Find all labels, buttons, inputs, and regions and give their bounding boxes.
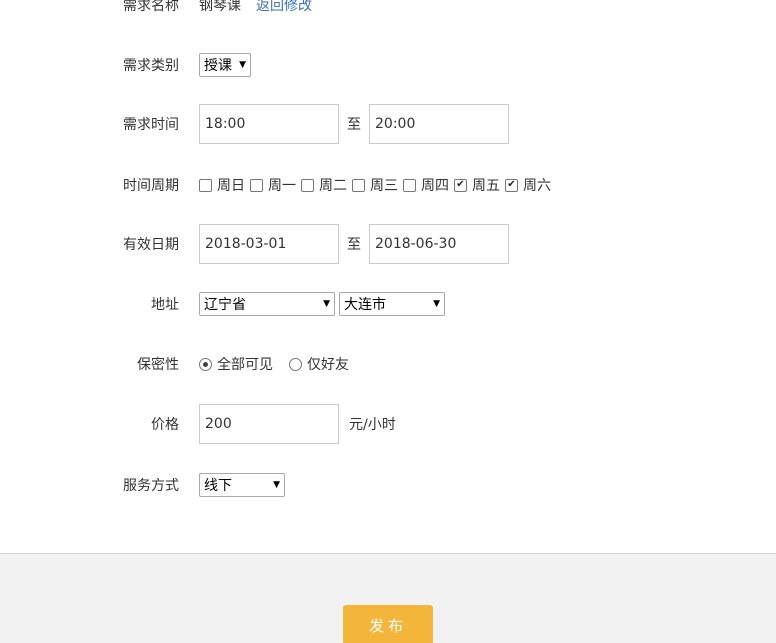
caret-down-icon: ▼ bbox=[273, 480, 280, 490]
service-label: 服务方式 bbox=[123, 478, 179, 494]
price-input[interactable]: 200 bbox=[199, 404, 339, 444]
price-label: 价格 bbox=[151, 417, 179, 433]
privacy-radio[interactable] bbox=[289, 357, 302, 371]
privacy-radio-group: 全部可见 仅好友 bbox=[199, 354, 365, 374]
cycle-label: 时间周期 bbox=[123, 178, 179, 194]
caret-down-icon: ▼ bbox=[323, 299, 330, 309]
service-selected-value: 线下 bbox=[204, 478, 232, 494]
end-date-input[interactable]: 2018-06-30 bbox=[369, 224, 509, 264]
start-date-input[interactable]: 2018-03-01 bbox=[199, 224, 339, 264]
service-row: 服务方式 线下 ▼ bbox=[0, 473, 285, 497]
weekday-option[interactable]: 周二 bbox=[301, 175, 352, 195]
footer-bar: 发布 bbox=[0, 553, 776, 643]
privacy-option-label: 仅好友 bbox=[307, 357, 349, 373]
publish-demand-page: 需求名称 钢琴课 返回修改 需求类别 授课 ▼ 需求时间 18:00 至 20:… bbox=[0, 0, 776, 643]
start-time-input[interactable]: 18:00 bbox=[199, 104, 339, 144]
weekday-label: 周三 bbox=[370, 178, 398, 194]
end-time-input[interactable]: 20:00 bbox=[369, 104, 509, 144]
weekday-label: 周二 bbox=[319, 178, 347, 194]
weekday-option[interactable]: ✔ 周五 bbox=[454, 175, 505, 195]
privacy-radio[interactable] bbox=[199, 357, 212, 371]
weekday-checkbox[interactable] bbox=[250, 178, 263, 192]
weekday-checkbox[interactable] bbox=[301, 178, 314, 192]
weekday-checkboxes: 周日 周一 周二 周三 周四 ✔ 周五 ✔ 周六 bbox=[199, 175, 556, 195]
category-selected-value: 授课 bbox=[204, 58, 232, 74]
city-select[interactable]: 大连市 ▼ bbox=[339, 292, 445, 316]
weekday-option[interactable]: 周日 bbox=[199, 175, 250, 195]
weekday-checkbox[interactable]: ✔ bbox=[505, 178, 518, 192]
privacy-row: 保密性 全部可见 仅好友 bbox=[0, 354, 365, 374]
caret-down-icon: ▼ bbox=[239, 60, 246, 70]
time-separator: 至 bbox=[347, 117, 361, 133]
price-unit: 元/小时 bbox=[349, 417, 396, 433]
privacy-option-label: 全部可见 bbox=[217, 357, 273, 373]
privacy-label: 保密性 bbox=[137, 357, 179, 373]
category-row: 需求类别 授课 ▼ bbox=[0, 53, 251, 77]
date-separator: 至 bbox=[347, 237, 361, 253]
caret-down-icon: ▼ bbox=[433, 299, 440, 309]
category-select[interactable]: 授课 ▼ bbox=[199, 53, 251, 77]
name-value: 钢琴课 bbox=[199, 0, 241, 14]
valid-dates-label: 有效日期 bbox=[123, 237, 179, 253]
service-select[interactable]: 线下 ▼ bbox=[199, 473, 285, 497]
weekday-option[interactable]: 周一 bbox=[250, 175, 301, 195]
weekday-checkbox[interactable] bbox=[403, 178, 416, 192]
edit-name-link[interactable]: 返回修改 bbox=[256, 0, 312, 15]
cycle-row: 时间周期 周日 周一 周二 周三 周四 ✔ 周五 ✔ 周六 bbox=[0, 175, 556, 195]
checkmark-icon: ✔ bbox=[456, 179, 465, 190]
city-selected-value: 大连市 bbox=[344, 297, 386, 313]
weekday-label: 周一 bbox=[268, 178, 296, 194]
name-row: 需求名称 钢琴课 返回修改 bbox=[0, 0, 312, 15]
publish-button[interactable]: 发布 bbox=[343, 605, 433, 643]
weekday-label: 周四 bbox=[421, 178, 449, 194]
weekday-option[interactable]: 周三 bbox=[352, 175, 403, 195]
privacy-option[interactable]: 全部可见 bbox=[199, 354, 289, 374]
radio-selected-dot-icon bbox=[203, 361, 208, 367]
weekday-option[interactable]: ✔ 周六 bbox=[505, 175, 556, 195]
address-row: 地址 辽宁省 ▼ 大连市 ▼ bbox=[0, 292, 445, 316]
time-label: 需求时间 bbox=[123, 117, 179, 133]
privacy-option[interactable]: 仅好友 bbox=[289, 354, 365, 374]
category-label: 需求类别 bbox=[123, 58, 179, 74]
weekday-label: 周五 bbox=[472, 178, 500, 194]
province-selected-value: 辽宁省 bbox=[204, 297, 246, 313]
weekday-checkbox[interactable]: ✔ bbox=[454, 178, 467, 192]
time-row: 需求时间 18:00 至 20:00 bbox=[0, 104, 509, 144]
weekday-label: 周六 bbox=[523, 178, 551, 194]
province-select[interactable]: 辽宁省 ▼ bbox=[199, 292, 335, 316]
price-row: 价格 200 元/小时 bbox=[0, 404, 396, 444]
weekday-checkbox[interactable] bbox=[352, 178, 365, 192]
weekday-checkbox[interactable] bbox=[199, 178, 212, 192]
weekday-option[interactable]: 周四 bbox=[403, 175, 454, 195]
address-label: 地址 bbox=[151, 297, 179, 313]
checkmark-icon: ✔ bbox=[507, 179, 516, 190]
weekday-label: 周日 bbox=[217, 178, 245, 194]
valid-dates-row: 有效日期 2018-03-01 至 2018-06-30 bbox=[0, 224, 509, 264]
name-label: 需求名称 bbox=[123, 0, 179, 14]
